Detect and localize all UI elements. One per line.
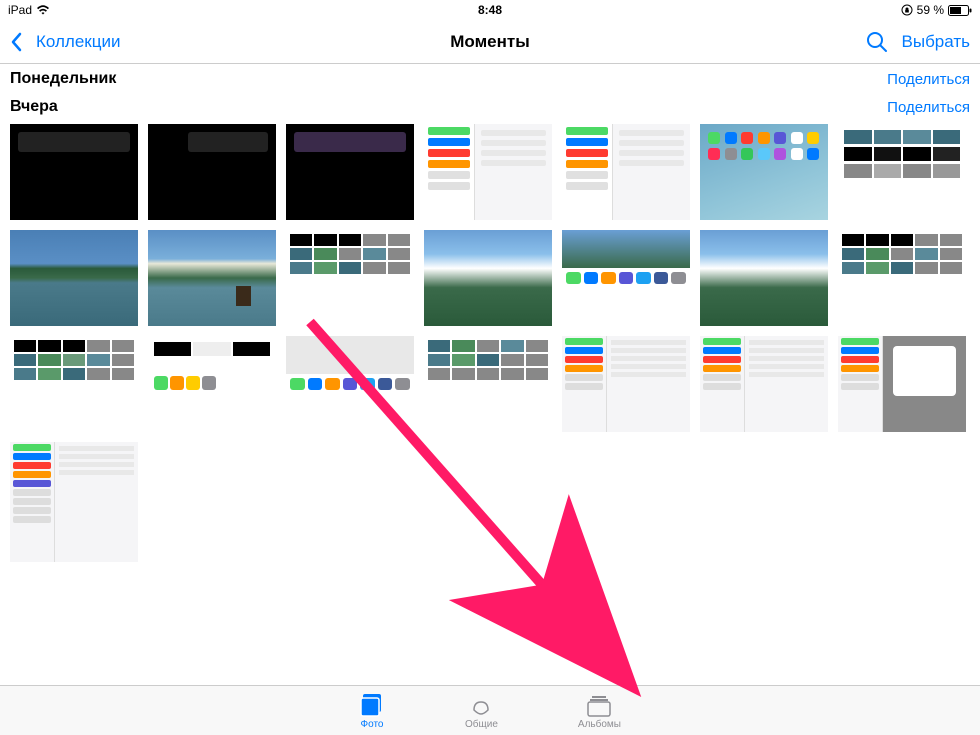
photo-thumbnail[interactable]	[10, 124, 138, 220]
photo-thumbnail[interactable]	[286, 124, 414, 220]
tab-bar: Фото Общие Альбомы	[0, 685, 980, 735]
photo-thumbnail[interactable]	[562, 124, 690, 220]
photo-thumbnail[interactable]	[700, 124, 828, 220]
tab-albums[interactable]: Альбомы	[578, 692, 621, 730]
battery-icon	[948, 5, 972, 16]
photo-thumbnail[interactable]	[562, 336, 690, 432]
back-label: Коллекции	[36, 32, 120, 52]
photo-thumbnail[interactable]	[286, 230, 414, 326]
nav-bar: Коллекции Моменты Выбрать	[0, 20, 980, 64]
status-time: 8:48	[478, 3, 502, 17]
tab-photos[interactable]: Фото	[359, 692, 385, 730]
section-title: Понедельник	[10, 70, 116, 88]
tab-shared[interactable]: Общие	[465, 692, 498, 730]
photo-grid	[0, 120, 980, 442]
photo-thumbnail[interactable]	[424, 230, 552, 326]
back-button[interactable]: Коллекции	[10, 32, 120, 52]
orientation-lock-icon	[901, 4, 913, 16]
photo-thumbnail[interactable]	[424, 336, 552, 432]
photo-thumbnail[interactable]	[10, 442, 138, 562]
wifi-icon	[36, 5, 50, 15]
share-button[interactable]: Поделиться	[887, 99, 970, 116]
photo-thumbnail[interactable]	[562, 230, 690, 326]
photo-grid-cont	[0, 442, 980, 572]
photo-thumbnail[interactable]	[286, 336, 414, 432]
photo-thumbnail[interactable]	[838, 336, 966, 432]
device-label: iPad	[8, 3, 32, 17]
chevron-left-icon	[10, 32, 22, 52]
section-header-monday: Понедельник Поделиться	[0, 64, 980, 92]
shared-tab-icon	[468, 692, 494, 718]
photo-thumbnail[interactable]	[838, 124, 966, 220]
search-icon[interactable]	[866, 31, 888, 53]
section-header-yesterday: Вчера Поделиться	[0, 92, 980, 120]
status-bar: iPad 8:48 59 %	[0, 0, 980, 20]
photos-tab-icon	[359, 692, 385, 718]
photo-thumbnail[interactable]	[10, 336, 138, 432]
photo-thumbnail[interactable]	[838, 230, 966, 326]
section-title: Вчера	[10, 98, 58, 116]
photo-thumbnail[interactable]	[424, 124, 552, 220]
albums-tab-icon	[586, 692, 612, 718]
photo-thumbnail[interactable]	[148, 124, 276, 220]
tab-label: Альбомы	[578, 719, 621, 730]
photo-thumbnail[interactable]	[148, 336, 276, 432]
select-button[interactable]: Выбрать	[902, 32, 970, 52]
photo-thumbnail[interactable]	[10, 230, 138, 326]
tab-label: Общие	[465, 719, 498, 730]
tab-label: Фото	[361, 719, 384, 730]
photo-thumbnail[interactable]	[700, 336, 828, 432]
photo-thumbnail[interactable]	[700, 230, 828, 326]
photo-thumbnail[interactable]	[148, 230, 276, 326]
battery-percent: 59 %	[917, 3, 944, 17]
share-button[interactable]: Поделиться	[887, 71, 970, 88]
page-title: Моменты	[450, 32, 529, 52]
